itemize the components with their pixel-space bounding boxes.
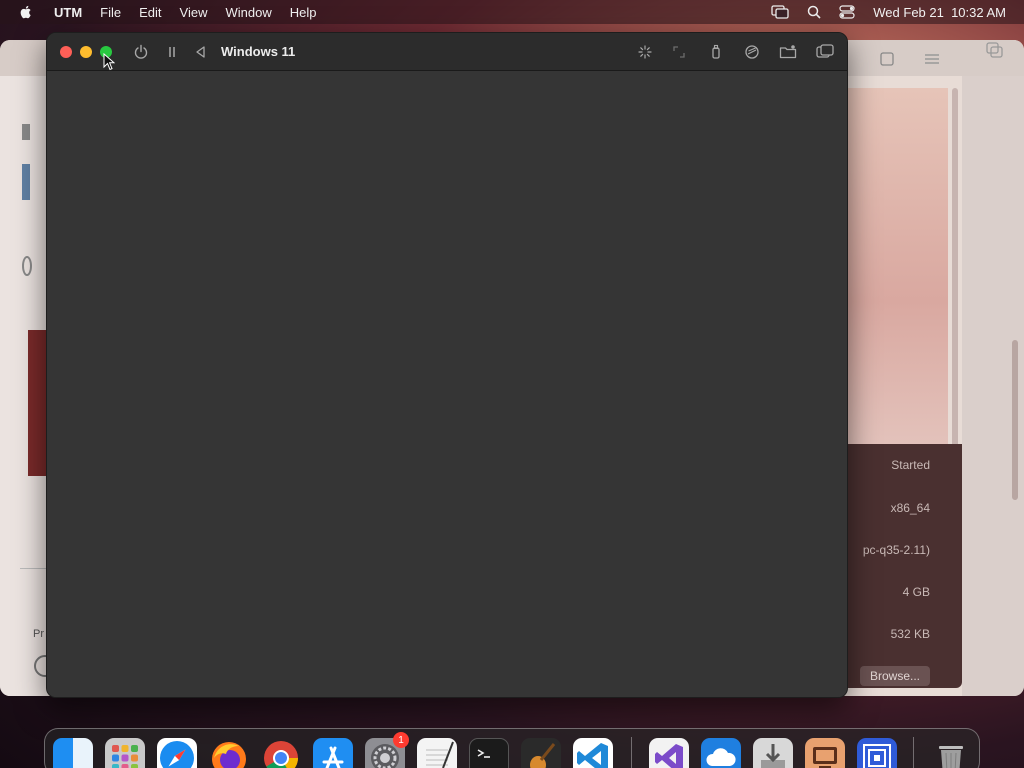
apple-icon[interactable] — [18, 4, 34, 20]
resize-icon[interactable] — [671, 44, 687, 60]
drive-icon[interactable] — [744, 44, 760, 60]
safari-icon[interactable] — [157, 738, 197, 768]
divider — [20, 568, 46, 569]
memory-value: 4 GB — [902, 585, 930, 599]
trash-icon[interactable] — [931, 738, 971, 768]
sidebar-vm-thumbnail[interactable] — [28, 330, 48, 476]
status-value: Started — [891, 458, 930, 472]
vscode-icon[interactable] — [573, 738, 613, 768]
menu-bar: UTM File Edit View Window Help Wed Feb 2… — [0, 0, 1024, 24]
back-icon[interactable] — [193, 44, 209, 60]
windows-icon[interactable] — [816, 44, 834, 60]
sidebar-indicator — [22, 124, 30, 140]
browse-button[interactable]: Browse... — [860, 666, 930, 686]
size-value: 532 KB — [890, 627, 930, 641]
vm-display-area[interactable] — [47, 71, 847, 697]
launchpad-icon[interactable] — [105, 738, 145, 768]
capture-input-icon[interactable] — [637, 44, 653, 60]
vm-display-window[interactable]: Windows 11 — [46, 32, 848, 698]
remote-desktop-icon[interactable] — [857, 738, 897, 768]
vm-window-title: Windows 11 — [221, 44, 296, 59]
vm-toolbar: Windows 11 — [47, 33, 847, 71]
notification-badge: 1 — [393, 732, 409, 748]
menu-view[interactable]: View — [180, 5, 208, 20]
vm-preview — [848, 88, 948, 444]
list-icon[interactable] — [924, 52, 940, 66]
menu-edit[interactable]: Edit — [139, 5, 161, 20]
menu-help[interactable]: Help — [290, 5, 317, 20]
chrome-icon[interactable] — [261, 738, 301, 768]
outer-scrollbar[interactable] — [1012, 340, 1018, 500]
shared-folder-icon[interactable] — [779, 44, 797, 60]
screen-mirror-icon[interactable] — [771, 5, 789, 19]
sidebar-selection — [22, 164, 30, 200]
installer-icon[interactable] — [753, 738, 793, 768]
machine-value: pc-q35-2.11) — [862, 543, 930, 557]
menu-app-name[interactable]: UTM — [54, 5, 82, 20]
control-center-icon[interactable] — [839, 5, 855, 19]
garageband-icon[interactable] — [521, 738, 561, 768]
stop-icon[interactable] — [880, 52, 894, 66]
sidebar-label: Pr — [33, 628, 44, 640]
menu-bar-clock[interactable]: Wed Feb 21 10:32 AM — [873, 5, 1006, 20]
finder-icon[interactable] — [53, 738, 93, 768]
terminal-icon[interactable] — [469, 738, 509, 768]
search-icon[interactable] — [807, 5, 821, 19]
menu-window[interactable]: Window — [225, 5, 271, 20]
mouse-cursor-icon — [103, 53, 115, 71]
utm-icon[interactable] — [805, 738, 845, 768]
app-store-icon[interactable] — [313, 738, 353, 768]
copy-window-icon[interactable] — [986, 42, 1004, 58]
pause-icon[interactable] — [164, 44, 180, 60]
menu-file[interactable]: File — [100, 5, 121, 20]
vm-properties-panel: Started x86_64 pc-q35-2.11) 4 GB 532 KB — [848, 444, 962, 688]
usb-icon[interactable] — [708, 44, 724, 60]
firefox-icon[interactable] — [209, 738, 249, 768]
minimize-button[interactable] — [80, 46, 92, 58]
sidebar-circle-icon[interactable] — [22, 256, 32, 276]
dock-separator-2 — [913, 737, 914, 768]
menu-bar-status: Wed Feb 21 10:32 AM — [771, 0, 1006, 24]
architecture-value: x86_64 — [890, 501, 930, 515]
visual-studio-icon[interactable] — [649, 738, 689, 768]
power-icon[interactable] — [133, 44, 149, 60]
icloud-icon[interactable] — [701, 738, 741, 768]
textedit-icon[interactable] — [417, 738, 457, 768]
dock: 1 — [44, 728, 980, 768]
close-button[interactable] — [60, 46, 72, 58]
dock-separator — [631, 737, 632, 768]
